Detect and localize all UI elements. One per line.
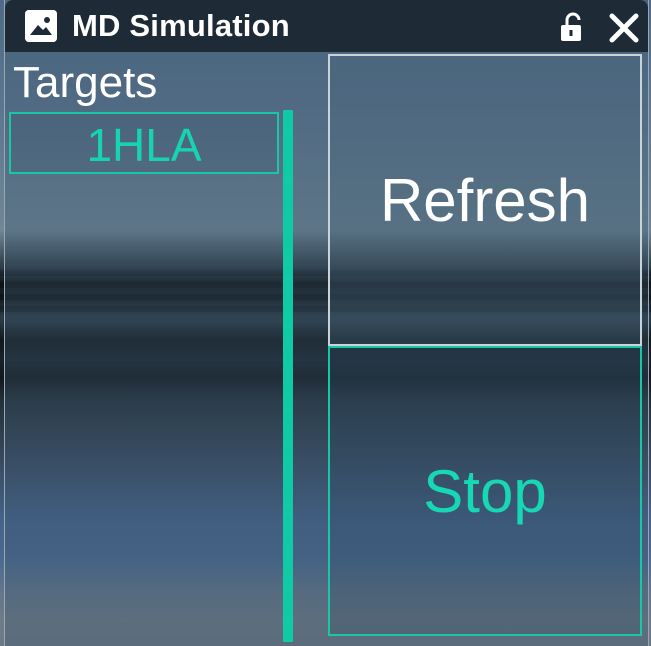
title-bar[interactable]: MD Simulation bbox=[5, 0, 648, 52]
targets-scrollbar[interactable] bbox=[283, 110, 293, 642]
window-title: MD Simulation bbox=[72, 8, 290, 43]
landscape-icon bbox=[25, 10, 57, 42]
md-simulation-window: MD Simulation Targets 1HLA Refresh Stop bbox=[4, 0, 649, 646]
targets-heading: Targets bbox=[13, 58, 158, 107]
unlock-icon[interactable] bbox=[559, 12, 585, 42]
close-icon[interactable] bbox=[608, 12, 640, 44]
refresh-button[interactable]: Refresh bbox=[328, 54, 642, 346]
targets-list: 1HLA bbox=[9, 112, 281, 642]
target-item-1hla[interactable]: 1HLA bbox=[9, 112, 279, 174]
stop-button[interactable]: Stop bbox=[328, 346, 642, 636]
